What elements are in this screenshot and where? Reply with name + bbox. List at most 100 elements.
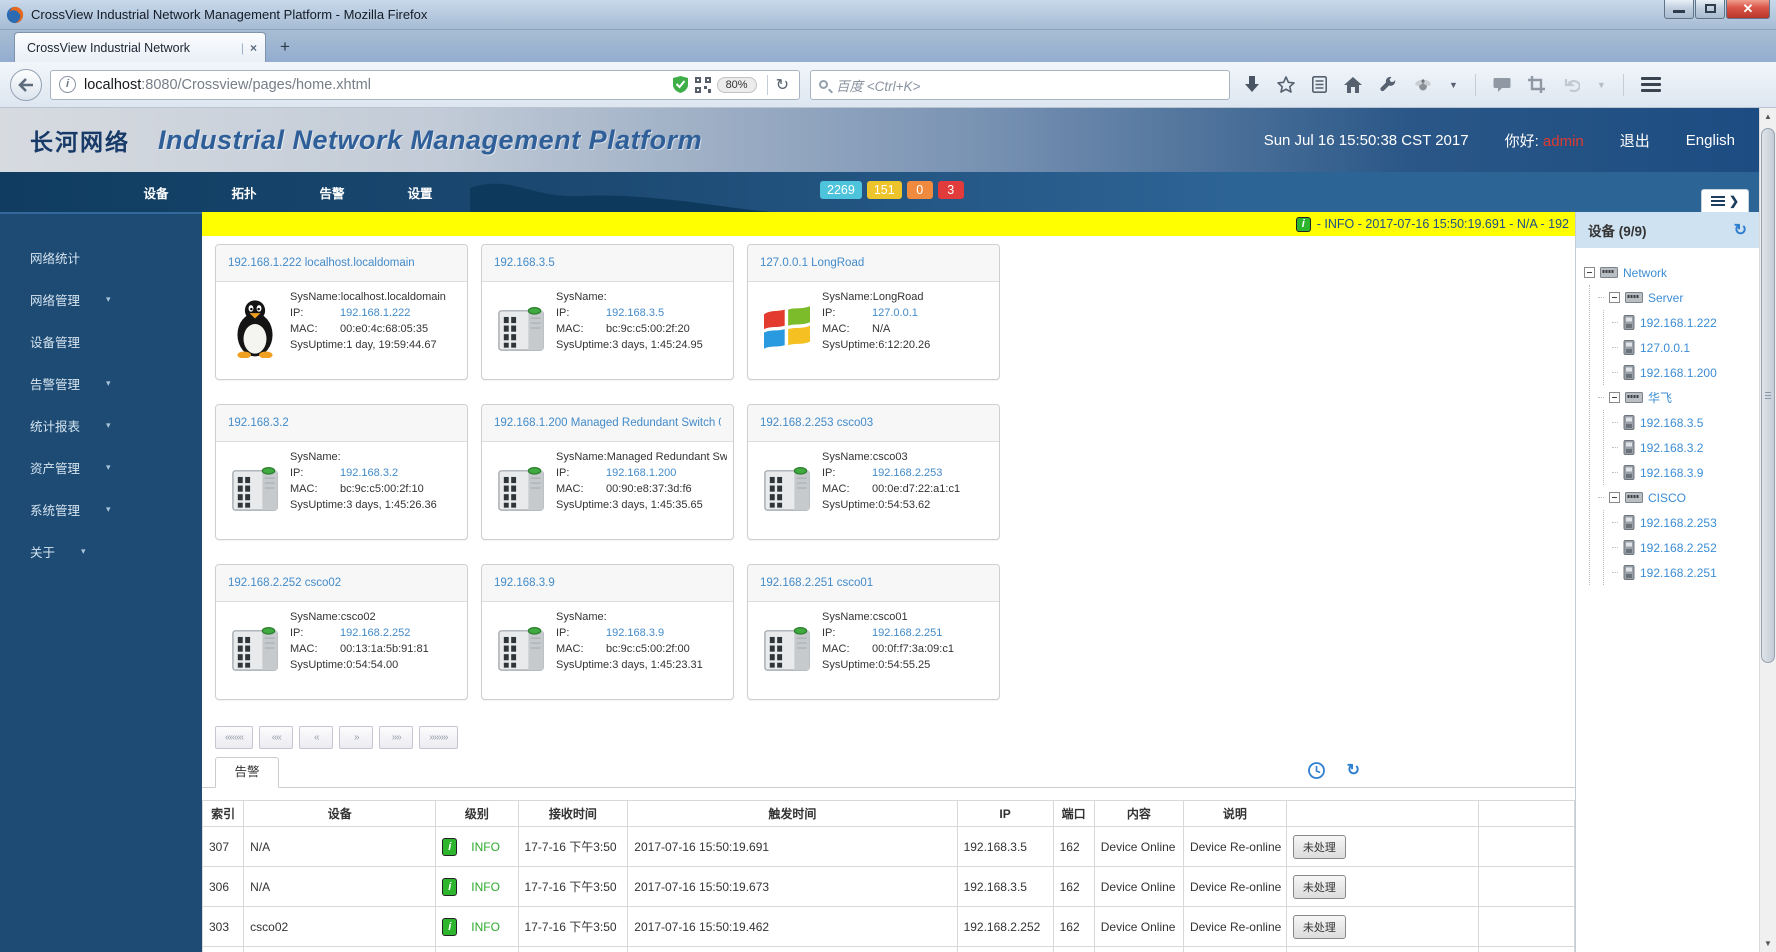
- qr-code-icon[interactable]: [694, 76, 711, 93]
- minimize-button[interactable]: [1664, 0, 1694, 19]
- unhandled-button[interactable]: 未处理: [1292, 874, 1346, 899]
- sidebar-item-about[interactable]: 关于 ▾: [0, 530, 202, 572]
- device-link[interactable]: 127.0.0.1 LongRoad: [760, 257, 864, 269]
- developer-tools-icon[interactable]: [1379, 76, 1397, 94]
- undo-icon[interactable]: [1562, 77, 1580, 92]
- browser-tab[interactable]: CrossView Industrial Network | ×: [14, 32, 266, 62]
- ip-value[interactable]: 192.168.3.5: [606, 307, 664, 319]
- tree-leaf-device[interactable]: 192.168.3.2: [1612, 435, 1755, 460]
- col-port[interactable]: 端口: [1052, 800, 1095, 827]
- sidebar-item-network-mgmt[interactable]: 网络管理 ▾: [0, 278, 202, 320]
- page-fast-prev-button[interactable]: ««: [259, 726, 294, 749]
- tree-leaf-device[interactable]: 127.0.0.1: [1612, 335, 1755, 360]
- ip-value[interactable]: 192.168.3.2: [340, 467, 398, 479]
- ip-value[interactable]: 192.168.2.251: [872, 627, 942, 639]
- sidebar-item-asset-mgmt[interactable]: 资产管理 ▾: [0, 446, 202, 488]
- sidebar-item-alarm-mgmt[interactable]: 告警管理 ▾: [0, 362, 202, 404]
- clock-icon[interactable]: [1307, 762, 1325, 779]
- tree-leaf-label[interactable]: 127.0.0.1: [1640, 341, 1690, 355]
- shield-icon[interactable]: [672, 76, 688, 93]
- col-index[interactable]: 索引: [202, 800, 245, 827]
- table-row[interactable]: 307 N/A i INFO 17-7-16 下午3:50 2017-07-16 …: [202, 826, 1575, 867]
- tree-node-label[interactable]: Server: [1648, 291, 1683, 305]
- undo-dropdown-icon[interactable]: ▼: [1597, 80, 1606, 90]
- col-triggered[interactable]: 触发时间: [627, 800, 958, 827]
- page-last-button[interactable]: »»»»: [419, 726, 458, 749]
- tree-node-cisco[interactable]: CISCO: [1598, 485, 1755, 510]
- table-row[interactable]: 303 csco02 i INFO 17-7-16 下午3:50 2017-07-…: [202, 906, 1575, 947]
- tree-leaf-label[interactable]: 192.168.3.5: [1640, 416, 1703, 430]
- addon-fly-icon[interactable]: [1414, 78, 1432, 92]
- downloads-button[interactable]: [1244, 76, 1260, 93]
- bookmark-star-button[interactable]: [1277, 76, 1295, 93]
- table-row[interactable]: 306 N/A i INFO 17-7-16 下午3:50 2017-07-16 …: [202, 866, 1575, 907]
- tree-node-label[interactable]: Network: [1623, 266, 1667, 280]
- col-level[interactable]: 级别: [435, 800, 519, 827]
- bookmarks-menu-button[interactable]: [1312, 76, 1327, 93]
- tree-leaf-label[interactable]: 192.168.3.2: [1640, 441, 1703, 455]
- tree-refresh-icon[interactable]: ↻: [1734, 220, 1747, 240]
- scroll-down-icon[interactable]: ▼: [1760, 935, 1776, 952]
- sidebar-item-network-stats[interactable]: 网络统计: [0, 236, 202, 278]
- device-link[interactable]: 192.168.1.200 Managed Redundant Switch 0…: [494, 417, 721, 429]
- device-link[interactable]: 192.168.3.9: [494, 577, 555, 589]
- device-link[interactable]: 192.168.3.5: [494, 257, 555, 269]
- back-button[interactable]: [10, 68, 42, 101]
- tree-node-server[interactable]: Server: [1598, 285, 1755, 310]
- tree-leaf-label[interactable]: 192.168.1.200: [1640, 366, 1717, 380]
- device-link[interactable]: 192.168.3.2: [228, 417, 289, 429]
- tree-leaf-label[interactable]: 192.168.2.253: [1640, 516, 1717, 530]
- badge-critical-count[interactable]: 3: [937, 181, 964, 199]
- col-device[interactable]: 设备: [243, 800, 437, 827]
- search-input[interactable]: 百度 <Ctrl+K>: [836, 75, 920, 95]
- col-note[interactable]: 说明: [1182, 800, 1287, 827]
- device-link[interactable]: 192.168.1.222 localhost.localdomain: [228, 257, 415, 269]
- tree-leaf-device[interactable]: 192.168.2.252: [1612, 535, 1755, 560]
- badge-info-count[interactable]: 2269: [820, 181, 862, 199]
- tree-leaf-label[interactable]: 192.168.2.252: [1640, 541, 1717, 555]
- maximize-button[interactable]: [1695, 0, 1725, 19]
- tree-leaf-device[interactable]: 192.168.3.5: [1612, 410, 1755, 435]
- page-next-button[interactable]: »: [339, 726, 374, 749]
- url-bar[interactable]: i localhost:8080/Crossview/pages/home.xh…: [50, 69, 800, 100]
- badge-minor-count[interactable]: 0: [906, 181, 933, 199]
- nav-item-devices[interactable]: 设备: [112, 183, 200, 202]
- search-box[interactable]: 百度 <Ctrl+K>: [810, 69, 1230, 100]
- sidebar-item-system-mgmt[interactable]: 系统管理 ▾: [0, 488, 202, 530]
- device-link[interactable]: 192.168.2.251 csco01: [760, 577, 873, 589]
- device-link[interactable]: 192.168.2.253 csco03: [760, 417, 873, 429]
- tree-node-network[interactable]: Network: [1584, 260, 1755, 285]
- tree-node-label[interactable]: 华飞: [1648, 389, 1672, 406]
- page-prev-button[interactable]: «: [299, 726, 334, 749]
- language-link[interactable]: English: [1686, 132, 1735, 149]
- tree-leaf-device[interactable]: 192.168.3.9: [1612, 460, 1755, 485]
- tree-leaf-device[interactable]: 192.168.1.222: [1612, 310, 1755, 335]
- close-button[interactable]: ✕: [1726, 0, 1770, 19]
- ip-value[interactable]: 192.168.1.222: [340, 307, 410, 319]
- tree-leaf-device[interactable]: 192.168.2.253: [1612, 510, 1755, 535]
- tree-node-label[interactable]: CISCO: [1648, 491, 1686, 505]
- collapse-icon[interactable]: [1609, 392, 1620, 403]
- device-panel-toggle[interactable]: ❯: [1701, 189, 1749, 212]
- col-ip[interactable]: IP: [956, 800, 1054, 827]
- tree-leaf-label[interactable]: 192.168.2.251: [1640, 566, 1717, 580]
- ip-value[interactable]: 192.168.2.253: [872, 467, 942, 479]
- tree-leaf-device[interactable]: 192.168.2.251: [1612, 560, 1755, 585]
- unhandled-button[interactable]: 未处理: [1292, 834, 1346, 859]
- sidebar-item-device-mgmt[interactable]: 设备管理: [0, 320, 202, 362]
- new-tab-button[interactable]: +: [272, 36, 298, 58]
- scrollbar-thumb[interactable]: [1761, 128, 1775, 663]
- zoom-level-badge[interactable]: 80%: [716, 76, 757, 93]
- unhandled-button[interactable]: 未处理: [1292, 914, 1346, 939]
- col-content[interactable]: 内容: [1093, 800, 1184, 827]
- tree-leaf-device[interactable]: 192.168.1.200: [1612, 360, 1755, 385]
- url-input[interactable]: localhost:8080/Crossview/pages/home.xhtm…: [84, 77, 673, 93]
- tab-close-icon[interactable]: ×: [250, 41, 257, 55]
- nav-item-alarms[interactable]: 告警: [288, 183, 376, 202]
- home-button[interactable]: [1344, 76, 1362, 93]
- collapse-icon[interactable]: [1584, 267, 1595, 278]
- ip-value[interactable]: 192.168.2.252: [340, 627, 410, 639]
- page-info-icon[interactable]: i: [59, 76, 76, 93]
- device-link[interactable]: 192.168.2.252 csco02: [228, 577, 341, 589]
- nav-item-settings[interactable]: 设置: [376, 183, 464, 202]
